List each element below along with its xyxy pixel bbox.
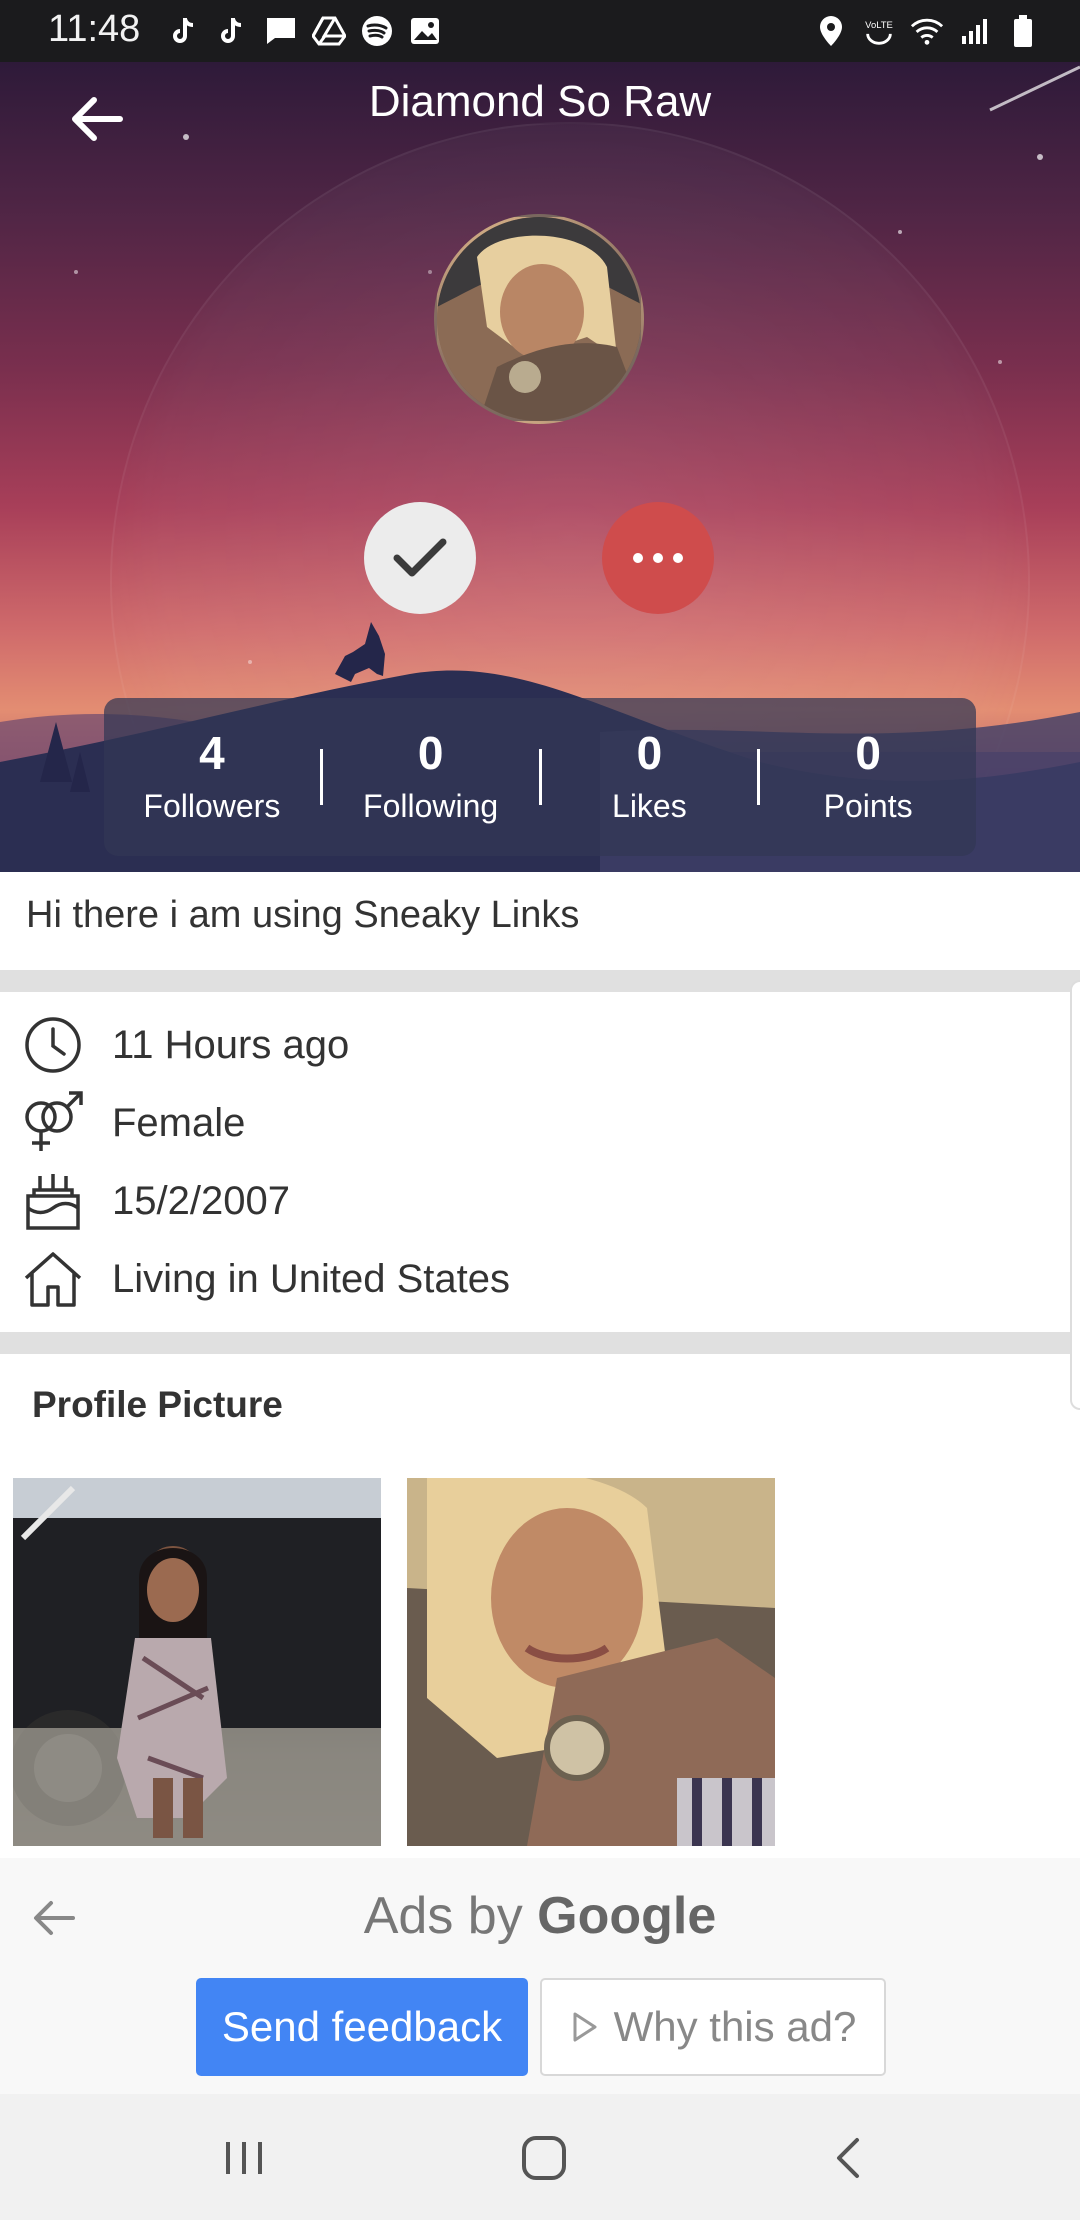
profile-header: Diamond So Raw 4 Followers 0 Following 0…: [0, 62, 1080, 872]
google-brand-text: Google: [537, 1887, 717, 1945]
volte-icon: VoLTE: [862, 14, 896, 48]
status-bar: 11:48 VoLTE: [0, 0, 1080, 62]
signal-icon: [958, 14, 992, 48]
home-icon: [18, 1244, 88, 1314]
last-seen-text: 11 Hours ago: [112, 1022, 350, 1067]
play-outline-icon: [573, 2012, 597, 2042]
info-section: 11 Hours ago Female 15/2/2007 Living in …: [0, 992, 1080, 1332]
info-row-gender: Female: [0, 1084, 1080, 1162]
status-right-icons: VoLTE: [814, 14, 1040, 48]
arrow-left-icon: [72, 97, 123, 141]
screen: 11:48 VoLTE Diamond So Raw 4 Followers 0…: [0, 0, 1080, 2220]
photo-thumbnail: [407, 1478, 775, 1846]
follow-button[interactable]: [364, 502, 476, 614]
bio-text: Hi there i am using Sneaky Links: [26, 894, 580, 936]
profile-photo[interactable]: [407, 1478, 775, 1846]
info-row-location: Living in United States: [0, 1240, 1080, 1318]
info-row-last-seen: 11 Hours ago: [0, 1006, 1080, 1084]
profile-photo[interactable]: [13, 1478, 381, 1846]
location-icon: [814, 14, 848, 48]
tiktok-icon: [216, 14, 250, 48]
birthday-cake-icon: [18, 1166, 88, 1236]
recents-button[interactable]: [204, 2118, 284, 2198]
stat-value: 4: [199, 727, 225, 779]
stat-label: Following: [363, 788, 499, 824]
ad-panel: Ads by Google Send feedback Why this ad?: [0, 1858, 1080, 2094]
recents-icon: [226, 2142, 262, 2174]
check-icon: [393, 538, 447, 577]
stat-points[interactable]: 0 Points: [760, 698, 976, 856]
page-title: Diamond So Raw: [368, 77, 712, 126]
home-button[interactable]: [504, 2118, 584, 2198]
bio-section: Hi there i am using Sneaky Links: [0, 872, 1080, 970]
more-options-button[interactable]: [602, 502, 714, 614]
ads-by-google-label: Ads by Google: [0, 1886, 1080, 1946]
stat-value: 0: [417, 727, 444, 779]
section-divider: [0, 1332, 1080, 1354]
stat-label: Likes: [612, 788, 687, 824]
avatar[interactable]: [434, 214, 644, 424]
gender-icon: [18, 1088, 88, 1158]
stat-following[interactable]: 0 Following: [323, 698, 539, 856]
profile-picture-heading: Profile Picture: [32, 1384, 283, 1425]
stat-label: Followers: [143, 788, 281, 824]
why-this-ad-label: Why this ad?: [613, 2003, 857, 2050]
back-button[interactable]: [62, 84, 132, 154]
message-icon: [264, 14, 298, 48]
location-text: Living in United States: [112, 1256, 511, 1301]
spotify-icon: [360, 14, 394, 48]
stat-likes[interactable]: 0 Likes: [542, 698, 758, 856]
photo-thumbnail: [13, 1478, 381, 1846]
wifi-icon: [910, 14, 944, 48]
gender-text: Female: [112, 1100, 246, 1145]
drive-icon: [312, 14, 346, 48]
home-circle-icon: [522, 2136, 566, 2180]
status-time: 11:48: [48, 8, 141, 50]
side-handle[interactable]: [1070, 980, 1080, 1410]
system-nav-bar: [0, 2094, 1080, 2220]
stat-followers[interactable]: 4 Followers: [104, 698, 320, 856]
avatar-photo: [437, 217, 641, 421]
send-feedback-button[interactable]: Send feedback: [196, 1978, 528, 2076]
why-this-ad-button[interactable]: Why this ad?: [540, 1978, 886, 2076]
chevron-left-icon: [837, 2138, 859, 2178]
more-horizontal-icon: [633, 553, 683, 563]
section-divider: [0, 970, 1080, 992]
volte-label: VoLTE: [865, 20, 893, 31]
info-row-birthday: 15/2/2007: [0, 1162, 1080, 1240]
stat-label: Points: [823, 788, 913, 824]
battery-icon: [1006, 14, 1040, 48]
stats-panel: 4 Followers 0 Following 0 Likes 0 Points: [104, 698, 976, 856]
stat-value: 0: [855, 727, 881, 779]
tiktok-icon: [168, 14, 202, 48]
stat-value: 0: [636, 727, 663, 779]
gallery-icon: [408, 14, 442, 48]
ads-by-text: Ads by: [363, 1887, 538, 1945]
birthday-text: 15/2/2007: [112, 1178, 290, 1223]
status-left-icons: [168, 14, 442, 48]
nav-back-button[interactable]: [808, 2118, 888, 2198]
clock-icon: [18, 1010, 88, 1080]
